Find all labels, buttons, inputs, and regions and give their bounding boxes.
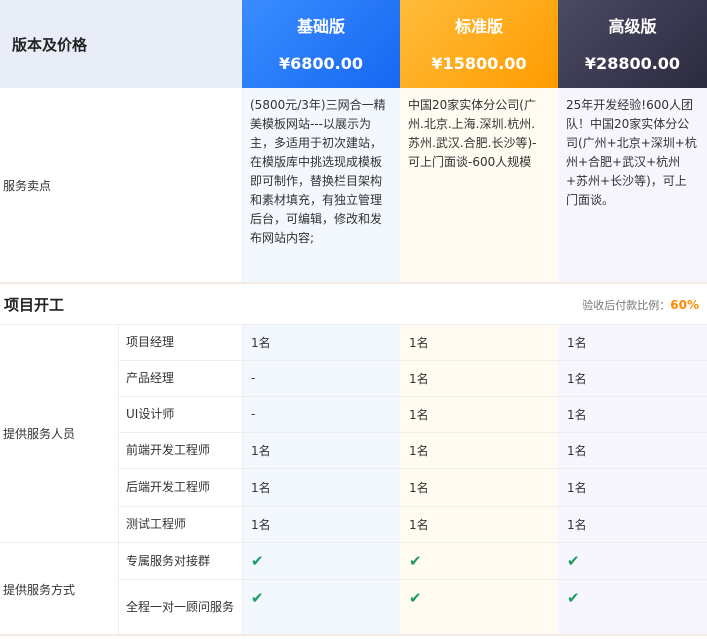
table-row-role: 产品经理 (126, 370, 175, 385)
grid-line (118, 396, 707, 397)
grid-line (118, 324, 119, 634)
grid-line (242, 324, 243, 634)
table-cell-premium: 1名 (567, 443, 587, 458)
features-label-text: 服务卖点 (3, 178, 52, 193)
table-cell-standard: 1名 (409, 371, 429, 386)
payment-ratio-value: 60% (670, 298, 699, 312)
service-group-label-text: 提供服务方式 (3, 583, 76, 597)
features-premium: 25年开发经验!600人团队！中国20家实体分公司(广州+北京+深圳+杭州+合肥… (558, 88, 707, 282)
table-cell-standard: ✔ (400, 543, 558, 579)
grid-line (242, 88, 243, 282)
plan-standard-header[interactable]: 标准版 ¥15800.00 (400, 0, 558, 88)
table-cell-premium: 1名 (567, 407, 587, 422)
staff-group-label: 提供服务人员 (0, 324, 118, 542)
header-label: 版本及价格 (12, 35, 88, 54)
table-row-role: 前端开发工程师 (126, 442, 211, 457)
table-row-role: 项目经理 (126, 334, 175, 349)
table-cell-premium: 1名 (567, 335, 587, 350)
check-icon: ✔ (409, 552, 422, 570)
grid-line (0, 324, 707, 325)
table-cell-basic: 1名 (251, 443, 271, 458)
section-title: 项目开工 (4, 296, 65, 314)
header-label-cell: 版本及价格 (0, 0, 242, 88)
features-standard: 中国20家实体分公司(广州.北京.上海.深圳.杭州.苏州.武汉.合肥.长沙等)-… (400, 88, 558, 282)
table-cell-standard: 1名 (409, 480, 429, 495)
check-icon: ✔ (251, 552, 264, 570)
payment-ratio: 验收后付款比例：60% (582, 297, 699, 313)
check-icon: ✔ (251, 589, 264, 607)
check-icon: ✔ (567, 552, 580, 570)
grid-line (118, 506, 707, 507)
grid-line (118, 360, 707, 361)
features-basic: (5800元/3年)三网合一精美模板网站---以展示为主，多适用于初次建站，在模… (242, 88, 400, 282)
plan-premium-price: ¥28800.00 (584, 54, 681, 73)
grid-line (0, 634, 707, 636)
table-cell-premium: 1名 (567, 517, 587, 532)
table-cell-premium: ✔ (558, 580, 707, 616)
table-cell-standard: 1名 (409, 407, 429, 422)
plan-standard-name: 标准版 (454, 17, 503, 36)
plan-premium-name: 高级版 (608, 17, 657, 36)
table-cell-standard: 1名 (409, 517, 429, 532)
service-group-label: 提供服务方式 (0, 543, 118, 636)
table-cell-basic: 1名 (251, 335, 271, 350)
table-cell-premium: 1名 (567, 480, 587, 495)
check-icon: ✔ (409, 589, 422, 607)
features-label: 服务卖点 (0, 88, 242, 282)
table-cell-basic: - (251, 371, 256, 385)
plan-basic-name: 基础版 (296, 17, 345, 36)
table-cell-standard: 1名 (409, 443, 429, 458)
section-header: 项目开工 验收后付款比例：60% (0, 284, 707, 324)
table-cell-premium: 1名 (567, 371, 587, 386)
grid-line (0, 542, 707, 543)
staff-group-label-text: 提供服务人员 (3, 426, 76, 441)
table-cell-premium: ✔ (558, 543, 707, 579)
payment-ratio-label: 验收后付款比例： (582, 299, 671, 312)
table-cell-basic: 1名 (251, 517, 271, 532)
grid-line (118, 468, 707, 469)
table-row-role: 测试工程师 (126, 516, 187, 531)
grid-line (118, 432, 707, 433)
table-cell-standard: 1名 (409, 335, 429, 350)
plan-basic-price: ¥6800.00 (278, 54, 363, 73)
table-cell-standard: ✔ (400, 580, 558, 616)
table-cell-basic: ✔ (242, 543, 400, 579)
table-row-role: UI设计师 (126, 406, 175, 421)
plan-premium-header[interactable]: 高级版 ¥28800.00 (558, 0, 707, 88)
plan-basic-header[interactable]: 基础版 ¥6800.00 (242, 0, 400, 88)
table-cell-basic: 1名 (251, 480, 271, 495)
table-row-method: 全程一对一顾问服务 (126, 599, 235, 614)
check-icon: ✔ (567, 589, 580, 607)
table-row-method: 专属服务对接群 (126, 553, 211, 568)
table-cell-basic: ✔ (242, 580, 400, 616)
grid-line (118, 579, 707, 580)
table-row-role: 后端开发工程师 (126, 479, 211, 494)
plan-standard-price: ¥15800.00 (431, 54, 527, 73)
table-cell-basic: - (251, 407, 256, 421)
